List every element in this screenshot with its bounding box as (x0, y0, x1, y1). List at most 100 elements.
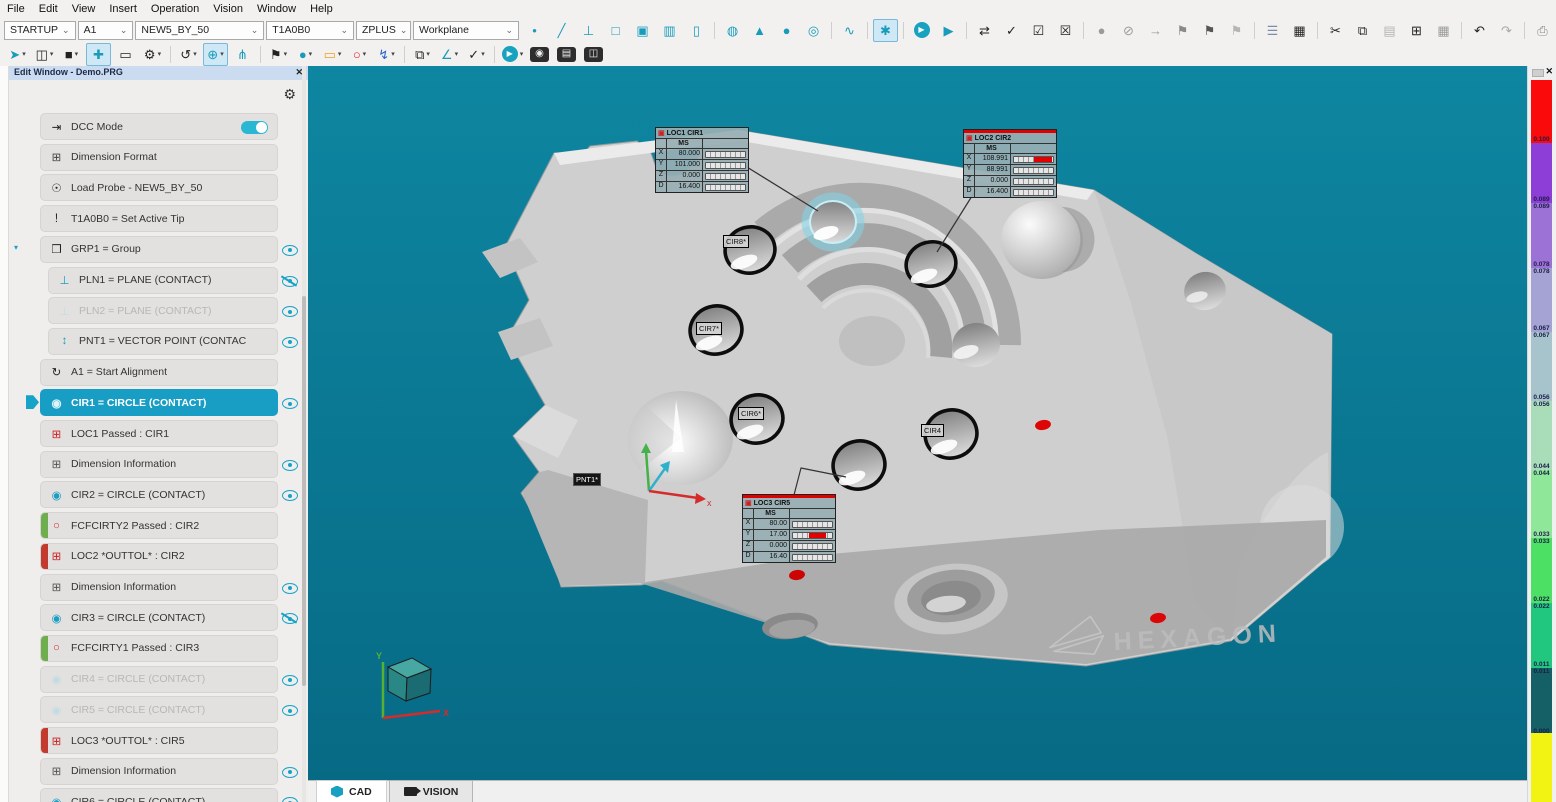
program-item-dimension[interactable]: ⊞Dimension Information (40, 758, 278, 785)
program-item-loc1[interactable]: ⊞LOC1 Passed : CIR1 (40, 420, 278, 447)
rotate-view-icon[interactable]: ↺▾ (176, 43, 201, 66)
program-item-dimension[interactable]: ⊞Dimension Information (40, 451, 278, 478)
edit-window-titlebar[interactable]: Edit Window - Demo.PRG ✕ (9, 66, 308, 80)
menu-view[interactable]: View (65, 2, 103, 16)
mark-icon[interactable]: ✓ (999, 19, 1024, 42)
program-item-load[interactable]: ☉Load Probe - NEW5_BY_50 (40, 174, 278, 201)
menu-operation[interactable]: Operation (144, 2, 206, 16)
circle-tool-icon[interactable]: ○▾ (347, 43, 372, 66)
probe-options-icon[interactable]: ⚙▾ (140, 43, 165, 66)
dcc-mode-toggle[interactable] (241, 121, 268, 134)
gear-icon[interactable]: ⚙ (283, 86, 296, 103)
report-chip-2-icon[interactable]: ◫ (581, 43, 606, 66)
close-icon[interactable]: ✕ (1545, 66, 1553, 77)
stop-icon[interactable]: ● (1089, 19, 1114, 42)
ellipse-tool-icon[interactable]: ●▾ (293, 43, 318, 66)
dropdown-probe[interactable]: NEW5_BY_50⌄ (135, 21, 264, 40)
program-item-grp1[interactable]: ❒GRP1 = Group (40, 236, 278, 263)
program-item-fcfcirty2[interactable]: ○FCFCIRTY2 Passed : CIR2 (40, 512, 278, 539)
program-item-a1[interactable]: ↻A1 = Start Alignment (40, 359, 278, 386)
undo-icon[interactable]: ↶ (1467, 19, 1492, 42)
paste-icon[interactable]: ▤ (1377, 19, 1402, 42)
program-item-cir1[interactable]: ◉CIR1 = CIRCLE (CONTACT) (40, 389, 278, 416)
program-item-cir6[interactable]: ◉CIR6 = CIRCLE (CONTACT) (40, 788, 278, 802)
dropdown-workplane[interactable]: Workplane⌄ (413, 21, 519, 40)
program-item-cir5[interactable]: ◉CIR5 = CIRCLE (CONTACT) (40, 696, 278, 723)
eye-icon[interactable] (282, 398, 298, 409)
probe-path-icon[interactable]: ⋔ (230, 43, 255, 66)
program-item-fcfcirty1[interactable]: ○FCFCIRTY1 Passed : CIR3 (40, 635, 278, 662)
view-orientation-icon[interactable]: ➤▾ (5, 43, 30, 66)
bookmark-icon[interactable]: ⚑ (1170, 19, 1195, 42)
auto-feature-icon[interactable]: ✱ (873, 19, 898, 42)
path-tool-icon[interactable]: ↯▾ (374, 43, 399, 66)
circle-feature-icon[interactable]: □ (603, 19, 628, 42)
program-item-cir4[interactable]: ◉CIR4 = CIRCLE (CONTACT) (40, 666, 278, 693)
menu-vision[interactable]: Vision (206, 2, 250, 16)
dropdown-startup[interactable]: STARTUP⌄ (4, 21, 76, 40)
report-window-icon[interactable]: ▦ (1287, 19, 1312, 42)
program-item-t1a0b0[interactable]: !T1A0B0 = Set Active Tip (40, 205, 278, 232)
eye-icon[interactable] (282, 460, 298, 471)
marked-sets-icon[interactable]: ☑ (1026, 19, 1051, 42)
tab-cad[interactable]: CAD (316, 780, 387, 802)
execute-mini-icon[interactable]: ▶▾ (500, 43, 525, 66)
execute-feature-icon[interactable]: ▶ (936, 19, 961, 42)
cad-3d-view[interactable]: HEXAGON x Y X (308, 66, 1528, 780)
tab-vision[interactable]: VISION (389, 780, 474, 802)
summary-grid-icon[interactable]: ▦ (1431, 19, 1456, 42)
feature-appearance-icon[interactable]: ⚑▾ (266, 43, 291, 66)
torus-icon[interactable]: ◎ (801, 19, 826, 42)
copy-pages-icon[interactable]: ⧉▾ (410, 43, 435, 66)
sphere-icon[interactable]: ● (774, 19, 799, 42)
execute-icon[interactable]: ▶ (909, 19, 934, 42)
bookmark-clear-icon[interactable]: ⚑ (1224, 19, 1249, 42)
comment-icon[interactable]: ▭ (113, 43, 138, 66)
eye-icon[interactable] (282, 797, 298, 802)
eye-icon[interactable] (282, 583, 298, 594)
eye-icon[interactable] (282, 245, 298, 256)
menu-help[interactable]: Help (303, 2, 340, 16)
round-slot-icon[interactable]: ▣ (630, 19, 655, 42)
menu-file[interactable]: File (0, 2, 32, 16)
cut-icon[interactable]: ✂ (1323, 19, 1348, 42)
eye-icon[interactable] (282, 337, 298, 348)
menu-edit[interactable]: Edit (32, 2, 65, 16)
cylinder-icon[interactable]: ◍ (720, 19, 745, 42)
loop-icon[interactable]: ⇄ (972, 19, 997, 42)
eye-icon[interactable] (282, 490, 298, 501)
print-icon[interactable]: ⎙ (1530, 19, 1555, 42)
eye-icon[interactable] (282, 705, 298, 716)
snapshot-camera-icon[interactable]: ◉ (527, 43, 552, 66)
line-icon[interactable]: ╱ (549, 19, 574, 42)
cad-viewport[interactable]: HEXAGON x Y X ▣LOC1 CIR1MSX80.000Y101.00… (308, 66, 1528, 780)
dropdown-workplane-axis[interactable]: ZPLUS⌄ (356, 21, 411, 40)
eye-off-icon[interactable] (282, 613, 298, 624)
solid-view-icon[interactable]: ■▾ (59, 43, 84, 66)
eye-icon[interactable] (282, 675, 298, 686)
program-item-pln2[interactable]: ⊥PLN2 = PLANE (CONTACT) (48, 297, 278, 324)
expand-caret-icon[interactable]: ▾ (14, 243, 18, 252)
menu-insert[interactable]: Insert (102, 2, 144, 16)
cone-icon[interactable]: ▲ (747, 19, 772, 42)
point-icon[interactable]: • (522, 19, 547, 42)
copy-icon[interactable]: ⧉ (1350, 19, 1375, 42)
plane-icon[interactable]: ⊥ (576, 19, 601, 42)
program-item-dimension[interactable]: ⊞Dimension Format (40, 144, 278, 171)
scale-grip[interactable] (1532, 69, 1544, 77)
pan-icon[interactable]: ✚ (86, 43, 111, 66)
dropdown-tip[interactable]: T1A0B0⌄ (266, 21, 354, 40)
break-icon[interactable]: ⊘ (1116, 19, 1141, 42)
program-item-loc2[interactable]: ⊞LOC2 *OUTTOL* : CIR2 (40, 543, 278, 570)
goto-icon[interactable]: → (1143, 19, 1168, 42)
pattern-icon[interactable]: ⊞ (1404, 19, 1429, 42)
program-item-loc3[interactable]: ⊞LOC3 *OUTTOL* : CIR5 (40, 727, 278, 754)
dropdown-alignment[interactable]: A1⌄ (78, 21, 134, 40)
wireframe-view-icon[interactable]: ◫▾ (32, 43, 57, 66)
redo-icon[interactable]: ↷ (1494, 19, 1519, 42)
program-item-cir3[interactable]: ◉CIR3 = CIRCLE (CONTACT) (40, 604, 278, 631)
unmark-all-icon[interactable]: ☒ (1053, 19, 1078, 42)
program-item-dimension[interactable]: ⊞Dimension Information (40, 574, 278, 601)
eye-off-icon[interactable] (282, 276, 298, 287)
square-slot-icon[interactable]: ▥ (657, 19, 682, 42)
